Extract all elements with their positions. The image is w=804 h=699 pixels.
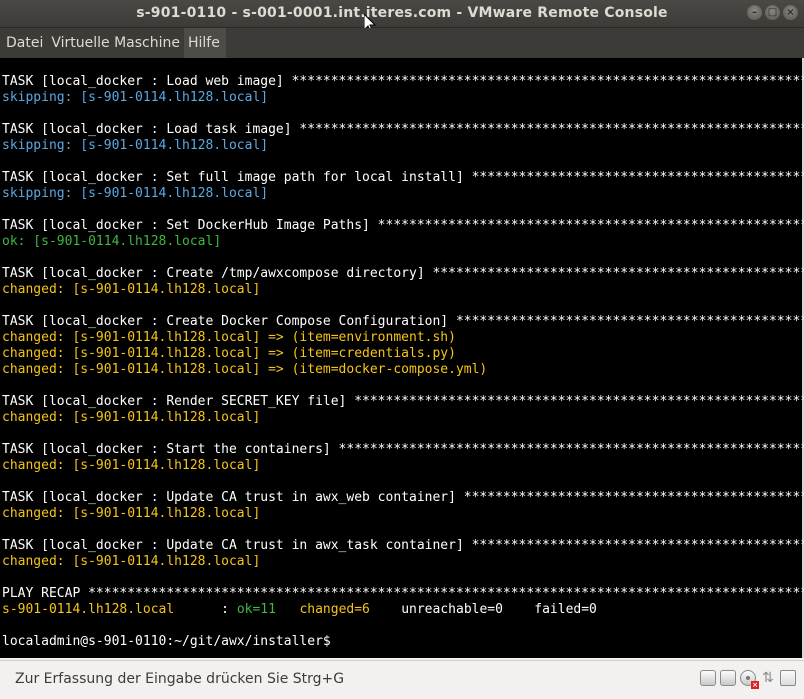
console-line: changed: [s-901-0114.lh128.local] <box>2 554 261 569</box>
cd-drive-icon[interactable]: × <box>740 670 759 689</box>
shell-prompt: localadmin@s-901-0110:~/git/awx/installe… <box>2 634 331 649</box>
console-line: ok: [s-901-0114.lh128.local] <box>2 234 222 249</box>
window-titlebar: – □ × s-901-0110 - s-001-0001.int.iteres… <box>0 0 804 34</box>
device-icons: × ⇅ <box>700 670 796 689</box>
recap-failed: failed=0 <box>534 602 597 617</box>
console-line: TASK [local_docker : Load web image] ***… <box>2 74 804 89</box>
console-line: changed: [s-901-0114.lh128.local] <box>2 506 261 521</box>
window-title: s-901-0110 - s-001-0001.int.iteres.com -… <box>136 5 668 21</box>
menu-bar: Datei Virtuelle Maschine Hilfe <box>0 28 804 58</box>
console-line: TASK [local_docker : Set full image path… <box>2 170 804 185</box>
hard-disk-icon[interactable] <box>700 670 716 686</box>
console-line: TASK [local_docker : Create Docker Compo… <box>2 314 804 329</box>
menu-hilfe[interactable]: Hilfe <box>184 28 226 58</box>
console-line: changed: [s-901-0114.lh128.local] => (it… <box>2 346 456 361</box>
console-line: TASK [local_docker : Update CA trust in … <box>2 490 804 505</box>
recap-header: PLAY RECAP *****************************… <box>2 586 804 601</box>
status-message: Zur Erfassung der Eingabe drücken Sie St… <box>15 671 345 687</box>
recap-line: s-901-0114.lh128.local : ok=11 changed=6… <box>2 602 597 618</box>
message-icon[interactable] <box>780 670 796 686</box>
vm-console[interactable]: TASK [local_docker : Load web image] ***… <box>0 58 804 658</box>
recap-host: s-901-0114.lh128.local <box>2 602 175 617</box>
recap-changed: changed=6 <box>299 602 370 617</box>
console-line: changed: [s-901-0114.lh128.local] <box>2 458 261 473</box>
network-icon[interactable]: ⇅ <box>760 670 776 686</box>
console-line: TASK [local_docker : Render SECRET_KEY f… <box>2 394 804 409</box>
menu-datei[interactable]: Datei <box>0 28 47 58</box>
console-line: skipping: [s-901-0114.lh128.local] <box>2 186 269 201</box>
console-line: skipping: [s-901-0114.lh128.local] <box>2 138 269 153</box>
console-line: TASK [local_docker : Set DockerHub Image… <box>2 218 804 233</box>
console-line: TASK [local_docker : Load task image] **… <box>2 122 804 137</box>
console-line: changed: [s-901-0114.lh128.local] <box>2 410 261 425</box>
status-bar: Zur Erfassung der Eingabe drücken Sie St… <box>0 660 804 699</box>
console-line: TASK [local_docker : Create /tmp/awxcomp… <box>2 266 804 281</box>
console-line: changed: [s-901-0114.lh128.local] => (it… <box>2 362 488 377</box>
console-line: changed: [s-901-0114.lh128.local] <box>2 282 261 297</box>
console-line: TASK [local_docker : Update CA trust in … <box>2 538 804 553</box>
recap-unreachable: unreachable=0 <box>401 602 503 617</box>
recap-separator: : <box>174 602 237 617</box>
menu-virtuelle-maschine[interactable]: Virtuelle Maschine <box>47 28 184 58</box>
console-line: changed: [s-901-0114.lh128.local] => (it… <box>2 330 456 345</box>
console-line: skipping: [s-901-0114.lh128.local] <box>2 90 269 105</box>
hard-disk-icon[interactable] <box>720 670 736 686</box>
recap-ok: ok=11 <box>236 602 276 617</box>
console-line: TASK [local_docker : Start the container… <box>2 442 804 457</box>
